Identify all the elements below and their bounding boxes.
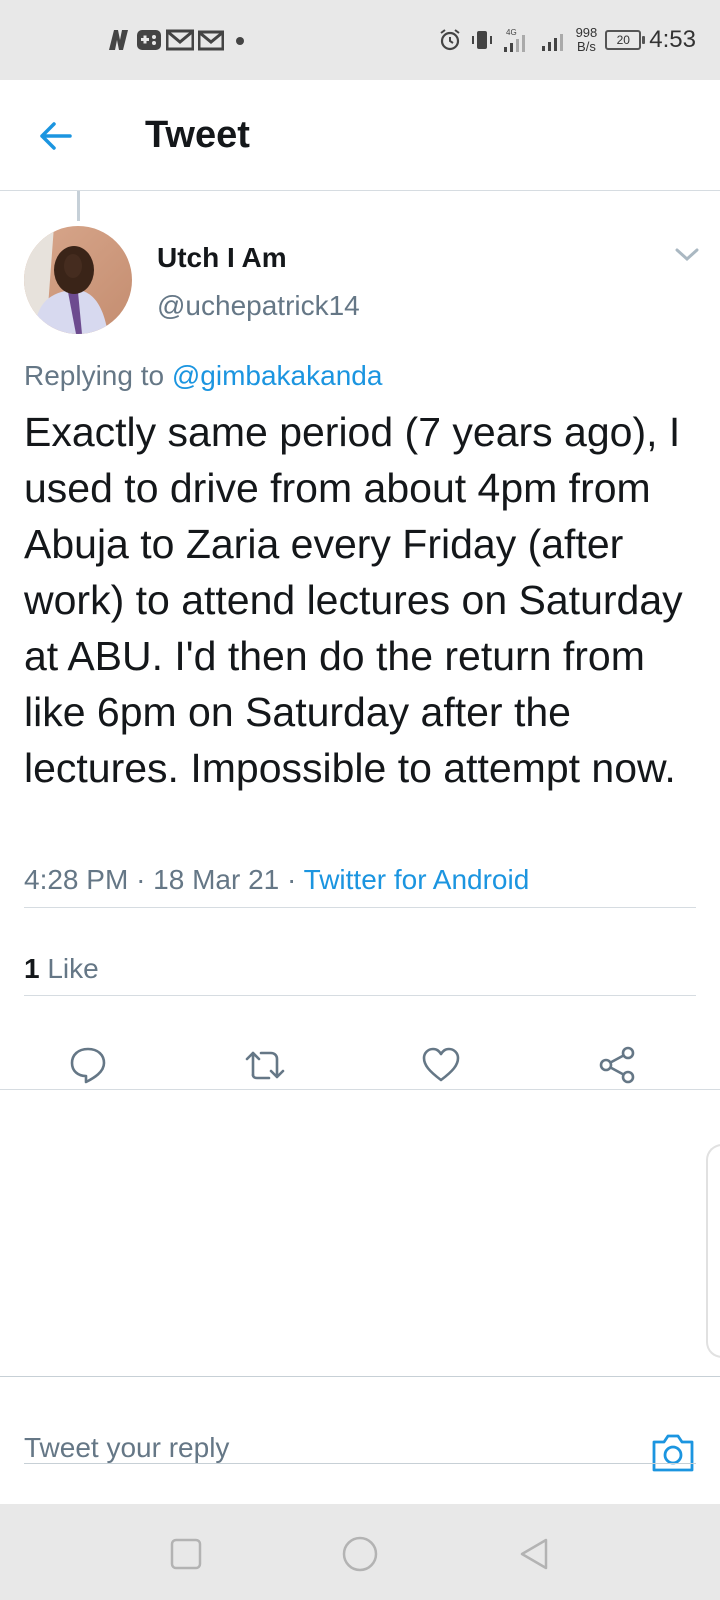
replying-to: Replying to @gimbakakanda (24, 360, 382, 392)
battery-level: 20 (616, 33, 630, 47)
share-button[interactable] (592, 1040, 642, 1090)
chevron-down-icon (675, 248, 699, 262)
signal-icon (541, 34, 563, 51)
divider (24, 1463, 696, 1464)
tweet-date: 18 Mar 21 (153, 864, 280, 895)
svg-text:4G: 4G (506, 28, 517, 37)
avatar[interactable] (24, 226, 132, 334)
network-speed-value: 998 (575, 25, 598, 40)
thread-connector (77, 191, 80, 221)
back-button[interactable] (34, 114, 78, 158)
back-nav-button[interactable] (514, 1534, 554, 1574)
retweet-button[interactable] (240, 1040, 290, 1090)
notification-icons (106, 26, 248, 54)
home-button[interactable] (340, 1534, 380, 1574)
edge-panel-handle[interactable] (706, 1144, 720, 1358)
camera-button[interactable] (650, 1430, 696, 1476)
likes-label: Like (47, 953, 99, 984)
like-button[interactable] (416, 1040, 466, 1090)
more-options-button[interactable] (672, 244, 702, 264)
tweet-meta: 4:28 PM · 18 Mar 21 · Twitter for Androi… (24, 864, 529, 896)
tweet-source-link[interactable]: Twitter for Android (304, 864, 530, 895)
divider (0, 1089, 720, 1090)
circle-icon (342, 1536, 378, 1572)
replying-prefix: Replying to (24, 360, 165, 391)
dot-icon (236, 37, 244, 45)
battery-icon: 20 (605, 30, 646, 50)
reply-button[interactable] (63, 1040, 113, 1090)
likes-count[interactable]: 1 Like (24, 953, 99, 985)
divider (24, 907, 696, 908)
square-icon (170, 1538, 202, 1570)
reply-input[interactable]: Tweet your reply (24, 1432, 229, 1464)
divider (24, 995, 696, 996)
recents-button[interactable] (166, 1534, 206, 1574)
gmail-icon (198, 30, 224, 51)
vibrate-icon (471, 31, 492, 49)
alarm-icon (439, 29, 460, 51)
app-header: Tweet (0, 80, 720, 191)
triangle-back-icon (520, 1538, 548, 1570)
divider (0, 1376, 720, 1377)
display-name[interactable]: Utch I Am (157, 242, 287, 274)
camera-icon (652, 1434, 694, 1472)
network-speed: 998 B/s (576, 26, 598, 54)
signal-icon: 4G (503, 28, 525, 52)
clock: 4:53 (649, 26, 696, 53)
share-icon (599, 1046, 635, 1084)
avatar-image (24, 226, 132, 334)
gmail-icon (166, 29, 194, 51)
system-status: 4G 998 B/s 20 4:53 (438, 20, 696, 60)
reply-icon (70, 1047, 106, 1084)
tweet-time: 4:28 PM (24, 864, 129, 895)
network-speed-unit: B/s (577, 39, 596, 54)
user-handle[interactable]: @uchepatrick14 (157, 290, 360, 322)
navigation-bar (0, 1504, 720, 1600)
page-title: Tweet (145, 114, 250, 156)
meta-separator: · (287, 864, 297, 895)
heart-icon (422, 1047, 460, 1082)
likes-number: 1 (24, 953, 40, 984)
meta-separator: · (136, 864, 146, 895)
tweet-text: Exactly same period (7 years ago), I use… (24, 409, 683, 791)
game-icon (137, 30, 161, 50)
replying-mention-link[interactable]: @gimbakakanda (172, 360, 383, 391)
back-arrow-icon (40, 122, 72, 150)
retweet-icon (245, 1051, 285, 1080)
status-bar: 4G 998 B/s 20 4:53 (0, 0, 720, 80)
netflix-icon (109, 30, 128, 50)
